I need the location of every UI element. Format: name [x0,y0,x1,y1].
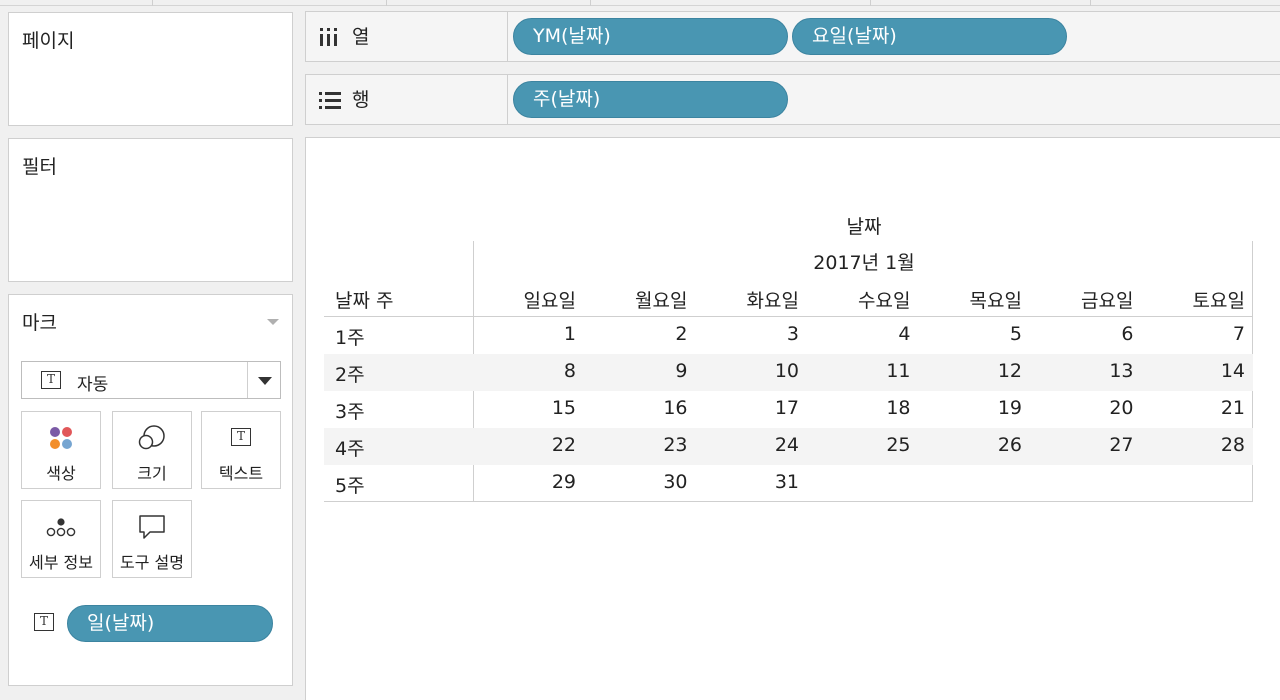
rows-shelf[interactable]: 행 주(날짜) [305,74,1280,125]
row-header-label: 날짜 주 [335,290,394,312]
dropdown-arrow-icon[interactable] [258,377,272,385]
table-cell[interactable]: 31 [699,471,799,493]
row-header[interactable]: 3주 [335,397,365,424]
table-cell[interactable]: 4 [811,323,910,345]
table-cell[interactable]: 26 [922,434,1022,456]
table-cell[interactable]: 15 [476,397,576,419]
table-cell[interactable]: 25 [811,434,910,456]
column-header[interactable]: 금요일 [1034,286,1133,313]
table-cell[interactable]: 28 [1145,434,1245,456]
table-cell[interactable]: 27 [1034,434,1133,456]
table-cell[interactable]: 11 [811,360,910,382]
view-canvas[interactable]: 날짜 2017년 1월 날짜 주 일요일 월요일 화요일 수요일 목요일 금요일 토요일 1주… [305,137,1280,700]
color-dots-icon [50,427,72,449]
mark-type-label: 자동 [77,375,109,395]
table-cell[interactable]: 23 [588,434,687,456]
columns-pill-weekday[interactable]: 요일(날짜) [792,18,1067,55]
column-header[interactable]: 목요일 [922,286,1022,313]
table-cell[interactable]: 7 [1145,323,1245,345]
table-cell[interactable]: 18 [811,397,910,419]
row-header[interactable]: 1주 [335,323,365,350]
mark-type-dropdown[interactable]: T 자동 [21,361,281,399]
table-cell[interactable]: 12 [922,360,1022,382]
top-toolbar-strip [0,0,1280,6]
table-cell[interactable]: 20 [1034,397,1133,419]
table-cell[interactable]: 2 [588,323,687,345]
marks-card: 마크 T 자동 색상 크기 T 텍스트 세부 정보 도구 설명 T 일(날짜) [8,294,293,686]
detail-button-label: 세부 정보 [29,553,93,572]
table-cell[interactable]: 1 [476,323,576,345]
text-icon: T [41,371,61,389]
column-header[interactable]: 월요일 [588,286,687,313]
table-cell[interactable]: 19 [922,397,1022,419]
table-cell[interactable]: 24 [699,434,799,456]
table-cell[interactable]: 9 [588,360,687,382]
text-button[interactable]: T 텍스트 [201,411,281,489]
table-cell[interactable]: 17 [699,397,799,419]
text-button-label: 텍스트 [218,464,264,483]
size-button-label: 크기 [137,464,167,483]
filters-card-title: 필터 [22,156,57,178]
pages-card[interactable]: 페이지 [8,12,293,126]
tooltip-bubble-icon [139,515,165,539]
row-header[interactable]: 4주 [335,434,365,461]
table-cell[interactable]: 29 [476,471,576,493]
rows-icon [319,92,341,109]
column-header[interactable]: 화요일 [699,286,799,313]
tooltip-button[interactable]: 도구 설명 [112,500,192,578]
table-cell[interactable]: 22 [476,434,576,456]
columns-shelf-label: 열 [352,26,370,48]
table-cell[interactable]: 16 [588,397,687,419]
table-cell[interactable]: 14 [1145,360,1245,382]
row-header[interactable]: 5주 [335,471,365,498]
table-cell[interactable]: 21 [1145,397,1245,419]
table-cell[interactable]: 8 [476,360,576,382]
columns-icon [320,28,337,46]
column-header[interactable]: 일요일 [476,286,576,313]
columns-pill-ym[interactable]: YM(날짜) [513,18,788,55]
chevron-down-icon[interactable] [267,319,279,325]
table-subtitle: 2017년 1월 [813,252,915,274]
column-header[interactable]: 수요일 [811,286,910,313]
column-header[interactable]: 토요일 [1145,286,1245,313]
color-button[interactable]: 색상 [21,411,101,489]
table-cell[interactable]: 6 [1034,323,1133,345]
table-cell[interactable]: 30 [588,471,687,493]
size-button[interactable]: 크기 [112,411,192,489]
pages-card-title: 페이지 [22,30,75,52]
rows-pill-week[interactable]: 주(날짜) [513,81,788,118]
text-icon: T [231,428,251,446]
table-cell[interactable]: 3 [699,323,799,345]
color-button-label: 색상 [46,464,76,483]
table-cell[interactable]: 10 [699,360,799,382]
size-circles-icon [138,425,165,450]
columns-shelf[interactable]: 열 YM(날짜) 요일(날짜) [305,11,1280,62]
mark-text-field-pill[interactable]: 일(날짜) [67,605,273,642]
table-cell[interactable]: 5 [922,323,1022,345]
table-title: 날짜 [846,216,882,238]
filters-card[interactable]: 필터 [8,138,293,282]
rows-shelf-label: 행 [352,89,370,111]
detail-dots-icon [46,518,76,537]
marks-card-title: 마크 [22,312,57,334]
row-header[interactable]: 2주 [335,360,365,387]
tooltip-button-label: 도구 설명 [120,553,184,572]
table-cell[interactable]: 13 [1034,360,1133,382]
detail-button[interactable]: 세부 정보 [21,500,101,578]
text-icon[interactable]: T [34,613,54,631]
